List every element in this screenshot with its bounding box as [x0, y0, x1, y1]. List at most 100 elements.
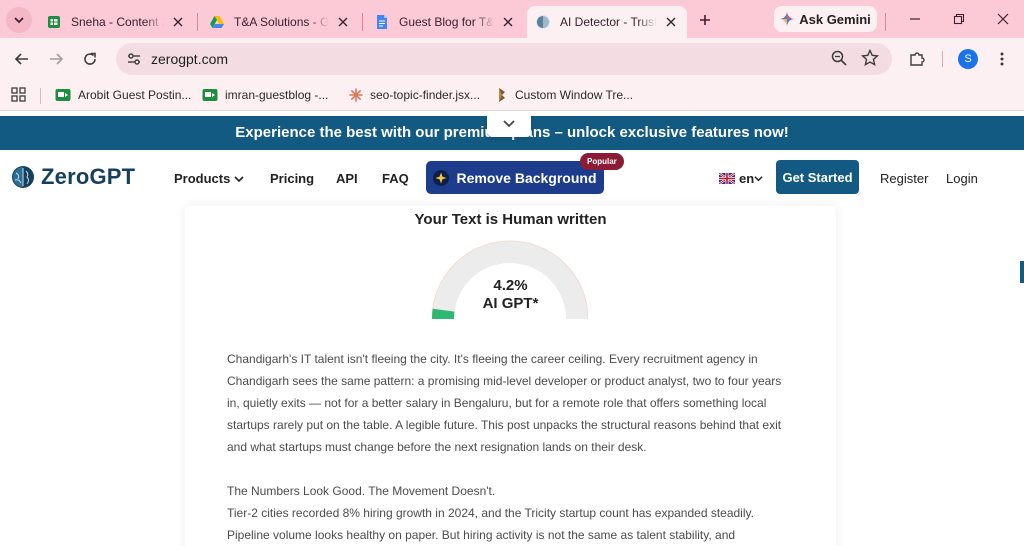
close-icon[interactable]	[170, 14, 186, 30]
nav-pricing[interactable]: Pricing	[270, 171, 314, 186]
url-text[interactable]: zerogpt.com	[151, 51, 228, 67]
language-code: en	[739, 171, 755, 186]
text-heading: The Numbers Look Good. The Movement Does…	[227, 484, 496, 498]
google-sheets-icon	[55, 89, 71, 101]
bookmarks-bar: Arobit Guest Postin... imran-guestblog -…	[0, 80, 1024, 111]
analyzed-text[interactable]: Chandigarh's IT talent isn't fleeing the…	[227, 348, 797, 546]
close-icon[interactable]	[500, 14, 516, 30]
result-card: Your Text is Human written 4.2% AI GPT* …	[185, 206, 836, 546]
login-link[interactable]: Login	[946, 171, 978, 186]
tab-title: Guest Blog for T&A Solutions	[399, 15, 494, 29]
gemini-sparkle-icon	[780, 12, 795, 26]
tab-sneha-content[interactable]: Sneha - Content 2025	[38, 6, 194, 38]
bookmark-arobit-guest-posting[interactable]: Arobit Guest Postin...	[55, 85, 191, 105]
custom-window-icon	[499, 88, 505, 102]
minimize-icon	[910, 18, 920, 20]
plus-icon	[700, 15, 710, 25]
site-info-button[interactable]	[122, 47, 146, 71]
close-icon[interactable]	[335, 14, 351, 30]
restore-button[interactable]	[949, 9, 969, 29]
nav-api-label: API	[336, 171, 358, 186]
back-button[interactable]	[9, 46, 35, 72]
bookmarks-divider	[40, 88, 41, 104]
reload-icon	[84, 52, 96, 65]
tab-guest-blog-doc[interactable]: Guest Blog for T&A Solutions	[366, 6, 524, 38]
chevron-down-icon	[503, 120, 515, 128]
uk-flag-icon	[719, 173, 735, 184]
popular-badge: Popular	[580, 153, 624, 170]
nav-api[interactable]: API	[336, 171, 358, 186]
tab-separator	[362, 13, 363, 31]
tab-separator	[885, 13, 886, 31]
collapse-banner-button[interactable]	[487, 111, 531, 137]
puzzle-piece-icon	[910, 52, 925, 66]
extensions-button[interactable]	[904, 46, 930, 72]
close-icon[interactable]	[663, 14, 679, 30]
text-paragraph: Chandigarh's IT talent isn't fleeing the…	[227, 352, 782, 454]
tune-icon	[128, 53, 140, 65]
chevron-down-icon	[754, 176, 763, 182]
remove-background-label: Remove Background	[456, 169, 597, 186]
tab-strip: Sneha - Content 2025 T&A Solutions - Goo…	[0, 0, 1024, 38]
claude-icon	[349, 88, 363, 102]
tab-title: AI Detector - Trusted AI Checker	[560, 15, 657, 29]
toolbar-divider	[942, 51, 943, 67]
nav-faq-label: FAQ	[382, 171, 409, 186]
restore-icon	[953, 13, 965, 25]
tab-separator	[197, 13, 198, 31]
arrow-right-icon	[50, 53, 64, 65]
zerogpt-logo[interactable]: ZeroGPT	[11, 164, 135, 190]
address-bar[interactable]: zerogpt.com	[116, 43, 892, 75]
bookmark-custom-window-tree[interactable]: Custom Window Tre...	[496, 85, 633, 105]
scrollbar-thumb[interactable]	[1020, 261, 1024, 283]
bookmark-label: Arobit Guest Postin...	[78, 88, 192, 102]
bookmark-label: Custom Window Tre...	[515, 88, 634, 102]
ai-percentage: 4.2%	[493, 277, 528, 294]
forward-button[interactable]	[43, 46, 69, 72]
bookmark-star-icon[interactable]	[860, 48, 880, 72]
chevron-down-icon	[14, 17, 24, 24]
ask-gemini-label: Ask Gemini	[799, 11, 871, 27]
nav-products[interactable]: Products	[174, 171, 244, 186]
tab-title: Sneha - Content 2025	[71, 15, 164, 29]
reload-button[interactable]	[77, 46, 103, 72]
close-window-button[interactable]	[993, 9, 1013, 29]
arrow-left-icon	[14, 53, 28, 65]
ai-gpt-label: AI GPT*	[482, 295, 539, 312]
tab-ta-solutions-drive[interactable]: T&A Solutions - Google Drive	[201, 6, 359, 38]
tab-search-button[interactable]	[6, 7, 32, 33]
profile-avatar[interactable]: S	[958, 49, 978, 69]
zerogpt-brain-icon	[536, 15, 550, 29]
nav-products-label: Products	[174, 171, 231, 186]
bookmark-seo-topic-finder[interactable]: seo-topic-finder.jsx...	[349, 85, 480, 105]
zoom-icon[interactable]	[830, 49, 848, 72]
remove-background-button[interactable]: Remove Background	[426, 161, 604, 194]
ask-gemini-button[interactable]: Ask Gemini	[774, 6, 877, 32]
google-drive-icon	[210, 16, 224, 28]
new-tab-button[interactable]	[694, 9, 716, 31]
site-navbar: ZeroGPT Products Pricing API FAQ Remove …	[0, 150, 1024, 206]
nav-faq[interactable]: FAQ	[382, 171, 409, 186]
logo-text: ZeroGPT	[41, 164, 136, 189]
language-selector[interactable]: en	[719, 171, 767, 186]
bookmark-label: seo-topic-finder.jsx...	[370, 88, 481, 102]
minimize-button[interactable]	[905, 9, 925, 29]
register-link[interactable]: Register	[880, 171, 928, 186]
nav-pricing-label: Pricing	[270, 171, 315, 186]
get-started-button[interactable]: Get Started	[776, 160, 859, 194]
close-icon	[997, 13, 1009, 25]
brain-logo-icon	[12, 166, 34, 188]
google-sheets-icon	[48, 16, 60, 28]
google-sheets-icon	[202, 89, 218, 101]
chevron-down-icon	[234, 175, 244, 182]
text-paragraph: Tier-2 cities recorded 8% hiring growth …	[227, 506, 754, 542]
browser-toolbar: zerogpt.com S	[0, 38, 1024, 80]
tab-ai-detector[interactable]: AI Detector - Trusted AI Checker	[527, 6, 687, 38]
apps-grid-icon[interactable]	[11, 87, 26, 107]
browser-menu-button[interactable]	[989, 46, 1015, 72]
bookmark-imran-guestblog[interactable]: imran-guestblog -...	[202, 85, 328, 105]
web-page: Experience the best with our premium pla…	[0, 111, 1024, 546]
bookmark-label: imran-guestblog -...	[225, 88, 329, 102]
result-title: Your Text is Human written	[414, 211, 607, 228]
